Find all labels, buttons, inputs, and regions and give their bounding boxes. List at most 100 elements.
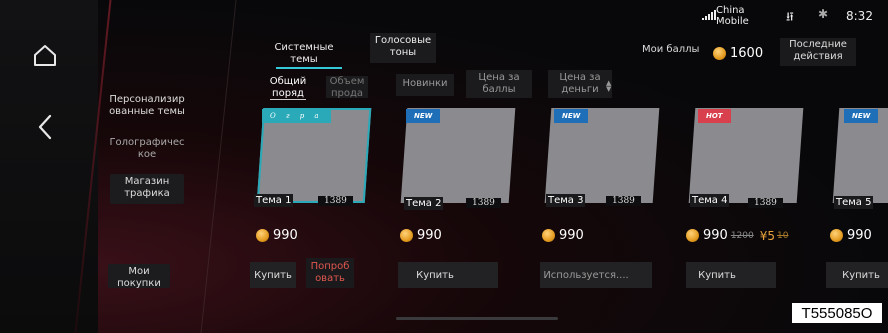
back-icon[interactable]	[28, 110, 62, 144]
price-value: 990	[273, 228, 298, 243]
filter-label: поряд	[272, 88, 304, 98]
buy-button[interactable]: Купить	[398, 262, 498, 288]
badge: О г р а	[262, 109, 331, 123]
buy-button[interactable]: Купить	[686, 262, 776, 288]
coin-icon	[400, 229, 413, 242]
coin-icon	[713, 47, 726, 60]
buy-label: Купить	[842, 269, 880, 281]
buy-button[interactable]: Купить	[826, 262, 888, 288]
my-points-label: Мои баллы	[642, 44, 700, 55]
bluetooth-icon: ✱	[818, 7, 829, 21]
filter-label: прода	[330, 88, 364, 98]
coin-icon	[830, 229, 843, 242]
theme-code: 1389	[606, 196, 641, 206]
recent-actions-button[interactable]: Последние действия	[780, 38, 856, 66]
tab-label: Системные	[274, 42, 334, 53]
filter-underline	[270, 99, 306, 100]
theme-price: 990 1200 ¥5 10	[686, 228, 788, 243]
filter-label: баллы	[482, 84, 516, 95]
tab-label: Голосовые	[374, 35, 432, 46]
filter-new[interactable]: Новинки	[396, 74, 454, 96]
rmb-old-price: 10	[777, 230, 789, 241]
theme-name: Тема 2	[404, 197, 444, 210]
filter-overall[interactable]: Общий поряд	[266, 76, 310, 98]
tab-voice-tones[interactable]: Голосовые тоны	[370, 33, 436, 63]
theme-price: 990	[256, 228, 298, 243]
my-purchases-label: Мои	[128, 266, 150, 277]
try-label: овать	[315, 273, 345, 284]
my-purchases-label: покупки	[117, 278, 161, 288]
carrier-name: China Mobile	[716, 5, 749, 27]
signal-icon	[702, 10, 716, 20]
filter-points-price[interactable]: Цена за баллы	[466, 70, 532, 98]
sidebar-label: кое	[137, 149, 157, 159]
price-value: 990	[417, 228, 442, 243]
filter-label: Новинки	[402, 78, 448, 89]
recent-label: Последние	[789, 39, 847, 50]
points-value: 1600	[730, 46, 764, 61]
theme-code: 1389	[466, 198, 501, 208]
my-purchases-button[interactable]: Мои покупки	[108, 264, 170, 288]
carrier-line2: Mobile	[716, 16, 749, 27]
filter-label: Цена за	[559, 72, 601, 83]
sidebar-label: ованные темы	[109, 106, 185, 117]
theme-name: Тема 5	[834, 196, 874, 209]
price-value: 990	[703, 228, 728, 243]
head-unit-screen: China Mobile ⭿ ✱ 8:32 Персонализир ованн…	[0, 0, 888, 333]
sidebar-label: Магазин	[124, 176, 170, 187]
theme-card[interactable]: NEW Тема 5	[830, 108, 888, 212]
filter-label: Объем	[329, 76, 365, 87]
theme-name: Тема 3	[546, 194, 586, 207]
theme-name: Тема 4	[690, 194, 730, 207]
old-price: 1200	[730, 230, 754, 241]
theme-code: 1389	[318, 196, 353, 206]
tab-label: темы	[290, 54, 318, 65]
active-tab-underline	[276, 67, 342, 69]
points-balance: 1600	[713, 46, 763, 61]
sidebar-label: трафика	[124, 188, 170, 199]
tab-label: тоны	[389, 47, 417, 58]
theme-card[interactable]: NEW Тема 2 1389	[398, 108, 516, 212]
sidebar-item-holographic[interactable]: Голографичес кое	[104, 137, 190, 159]
theme-card[interactable]: HOT Тема 4 1389	[686, 108, 804, 212]
tab-system-themes[interactable]: Системные темы	[272, 42, 336, 66]
theme-name: Тема 1	[254, 194, 294, 207]
new-badge: NEW	[406, 109, 441, 123]
try-label: Попроб	[310, 261, 350, 272]
buy-label: Купить	[698, 269, 736, 281]
price-value: 990	[559, 228, 584, 243]
sidebar-item-traffic-store[interactable]: Магазин трафика	[110, 174, 184, 204]
coin-icon	[686, 229, 699, 242]
rmb-price: ¥5	[759, 228, 776, 243]
clock: 8:32	[846, 9, 873, 23]
price-value: 990	[847, 228, 872, 243]
usb-icon: ⭿	[786, 10, 794, 24]
try-button[interactable]: Попроб овать	[306, 258, 354, 288]
watermark-label: T555085O	[792, 303, 882, 323]
sidebar-label: Персонализир	[109, 94, 185, 105]
carrier-line1: China	[716, 5, 745, 16]
in-use-label: Используется....	[543, 269, 629, 281]
filter-money-price[interactable]: Цена за деньги	[548, 70, 612, 98]
sidebar-item-personalized[interactable]: Персонализир ованные темы	[104, 94, 190, 118]
filter-label: Общий	[269, 76, 307, 87]
filter-sales-volume[interactable]: Объем прода	[326, 76, 368, 98]
theme-card[interactable]: О г р а Тема 1 1389	[254, 108, 372, 212]
buy-button[interactable]: Купить	[250, 262, 296, 288]
home-icon[interactable]	[28, 38, 62, 72]
sort-icon[interactable]: ▲ ▼	[606, 80, 611, 93]
theme-card[interactable]: NEW Тема 3 1389	[542, 108, 660, 212]
hot-badge: HOT	[698, 109, 731, 123]
new-badge: NEW	[554, 109, 589, 123]
sidebar-divider	[200, 0, 237, 333]
coin-icon	[542, 229, 555, 242]
theme-code: 1389	[748, 198, 783, 208]
filter-label: Цена за	[478, 72, 520, 83]
sidebar-label: Голографичес	[109, 137, 185, 148]
theme-price: 990	[542, 228, 584, 243]
filter-label: деньги	[561, 84, 599, 95]
theme-price: 990	[830, 228, 872, 243]
in-use-button[interactable]: Используется....	[540, 262, 652, 288]
horizontal-scrollbar[interactable]	[396, 317, 558, 320]
coin-icon	[256, 229, 269, 242]
